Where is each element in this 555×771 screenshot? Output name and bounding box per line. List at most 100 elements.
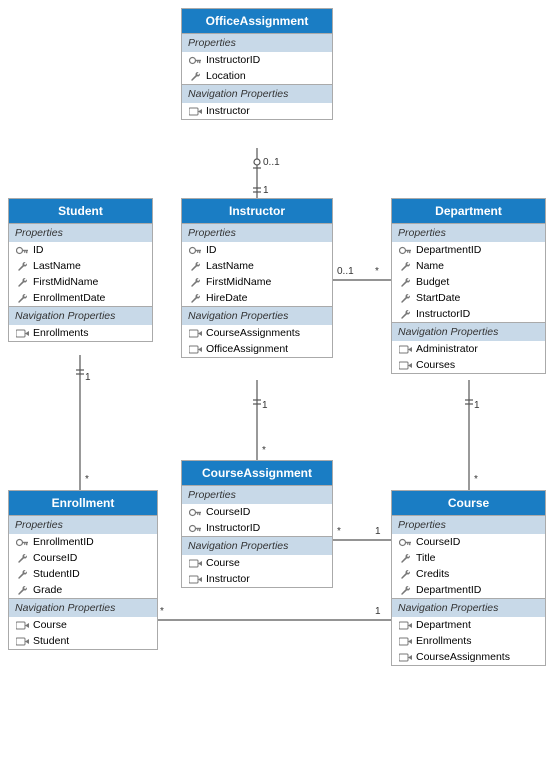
prop-name: Name: [416, 260, 444, 272]
svg-text:1: 1: [375, 526, 381, 537]
prop-name: Enrollments: [416, 635, 471, 647]
entity-student-props-header: Properties: [9, 223, 152, 242]
prop-courseid: CourseID: [9, 550, 157, 566]
prop-name: FirstMidName: [206, 276, 271, 288]
entity-department-props-header: Properties: [392, 223, 545, 242]
prop-instructorid: InstructorID: [182, 520, 332, 536]
prop-courseid: CourseID: [182, 504, 332, 520]
nav-enrollments: Enrollments: [392, 633, 545, 649]
prop-courseid: CourseID: [392, 534, 545, 550]
nav-icon: [15, 327, 29, 339]
svg-text:1: 1: [262, 400, 268, 411]
prop-departmentid: DepartmentID: [392, 582, 545, 598]
entity-enrollment: Enrollment Properties EnrollmentID Cours…: [8, 490, 158, 650]
nav-icon: [398, 635, 412, 647]
prop-hiredate: HireDate: [182, 290, 332, 306]
wrench-icon: [188, 292, 202, 304]
prop-name: Instructor: [206, 573, 250, 585]
nav-icon: [188, 343, 202, 355]
prop-name: Student: [33, 635, 69, 647]
nav-icon: [15, 619, 29, 631]
prop-lastname: LastName: [182, 258, 332, 274]
entity-enrollment-props-header: Properties: [9, 515, 157, 534]
nav-icon: [188, 557, 202, 569]
prop-name: CourseAssignments: [206, 327, 300, 339]
prop-name: Enrollments: [33, 327, 88, 339]
entity-course: Course Properties CourseID Title Credits…: [391, 490, 546, 666]
prop-name: DepartmentID: [416, 244, 481, 256]
entity-student-title: Student: [9, 199, 152, 223]
entity-instructor-props-header: Properties: [182, 223, 332, 242]
svg-text:1: 1: [375, 606, 381, 617]
prop-name: EnrollmentDate: [33, 292, 105, 304]
key-icon: [398, 244, 412, 256]
prop-name: LastName: [206, 260, 254, 272]
entity-department-title: Department: [392, 199, 545, 223]
wrench-icon: [15, 584, 29, 596]
prop-name: Location: [206, 70, 246, 82]
nav-courseassignments: CourseAssignments: [392, 649, 545, 665]
prop-credits: Credits: [392, 566, 545, 582]
wrench-icon: [398, 292, 412, 304]
entity-student: Student Properties ID LastName FirstMidN…: [8, 198, 153, 342]
nav-icon: [398, 651, 412, 663]
wrench-icon: [15, 260, 29, 272]
nav-administrator: Administrator: [392, 341, 545, 357]
entity-enrollment-nav-header: Navigation Properties: [9, 598, 157, 617]
prop-name: Course: [206, 557, 240, 569]
prop-firstmidname: FirstMidName: [9, 274, 152, 290]
prop-startdate: StartDate: [392, 290, 545, 306]
key-icon: [398, 536, 412, 548]
prop-title: Title: [392, 550, 545, 566]
wrench-icon: [398, 552, 412, 564]
prop-firstmidname: FirstMidName: [182, 274, 332, 290]
nav-enrollments: Enrollments: [9, 325, 152, 341]
key-icon: [188, 244, 202, 256]
nav-instructor: Instructor: [182, 103, 332, 119]
key-icon: [188, 506, 202, 518]
svg-text:1: 1: [263, 185, 269, 196]
nav-icon: [398, 359, 412, 371]
nav-officeassignment: OfficeAssignment: [182, 341, 332, 357]
nav-courseassignments: CourseAssignments: [182, 325, 332, 341]
key-icon: [15, 536, 29, 548]
wrench-icon: [188, 276, 202, 288]
entity-officeassignment-title: OfficeAssignment: [182, 9, 332, 33]
prop-name: CourseID: [206, 506, 250, 518]
entity-course-props-header: Properties: [392, 515, 545, 534]
entity-department-nav-header: Navigation Properties: [392, 322, 545, 341]
svg-text:*: *: [160, 606, 164, 617]
nav-courses: Courses: [392, 357, 545, 373]
prop-name: CourseID: [416, 536, 460, 548]
prop-name: EnrollmentID: [33, 536, 94, 548]
prop-name: Name: [392, 258, 545, 274]
entity-officeassignment: OfficeAssignment Properties InstructorID…: [181, 8, 333, 120]
nav-instructor: Instructor: [182, 571, 332, 587]
prop-name: Instructor: [206, 105, 250, 117]
key-icon: [188, 522, 202, 534]
key-icon: [188, 54, 202, 66]
prop-name: FirstMidName: [33, 276, 98, 288]
prop-name: StudentID: [33, 568, 80, 580]
nav-icon: [188, 105, 202, 117]
prop-name: DepartmentID: [416, 584, 481, 596]
wrench-icon: [188, 70, 202, 82]
prop-enrollmentdate: EnrollmentDate: [9, 290, 152, 306]
entity-department: Department Properties DepartmentID Name …: [391, 198, 546, 374]
prop-name: StartDate: [416, 292, 460, 304]
svg-text:*: *: [337, 526, 341, 537]
svg-text:1: 1: [85, 372, 91, 383]
prop-name: CourseID: [33, 552, 77, 564]
wrench-icon: [398, 276, 412, 288]
svg-text:0..1: 0..1: [337, 266, 354, 277]
prop-instructorid: InstructorID: [182, 52, 332, 68]
entity-officeassignment-props-header: Properties: [182, 33, 332, 52]
svg-text:0..1: 0..1: [263, 157, 280, 168]
prop-lastname: LastName: [9, 258, 152, 274]
prop-name: Grade: [33, 584, 62, 596]
nav-icon: [398, 619, 412, 631]
prop-name: InstructorID: [206, 54, 260, 66]
entity-officeassignment-nav-header: Navigation Properties: [182, 84, 332, 103]
wrench-icon: [15, 276, 29, 288]
prop-instructorid: InstructorID: [392, 306, 545, 322]
